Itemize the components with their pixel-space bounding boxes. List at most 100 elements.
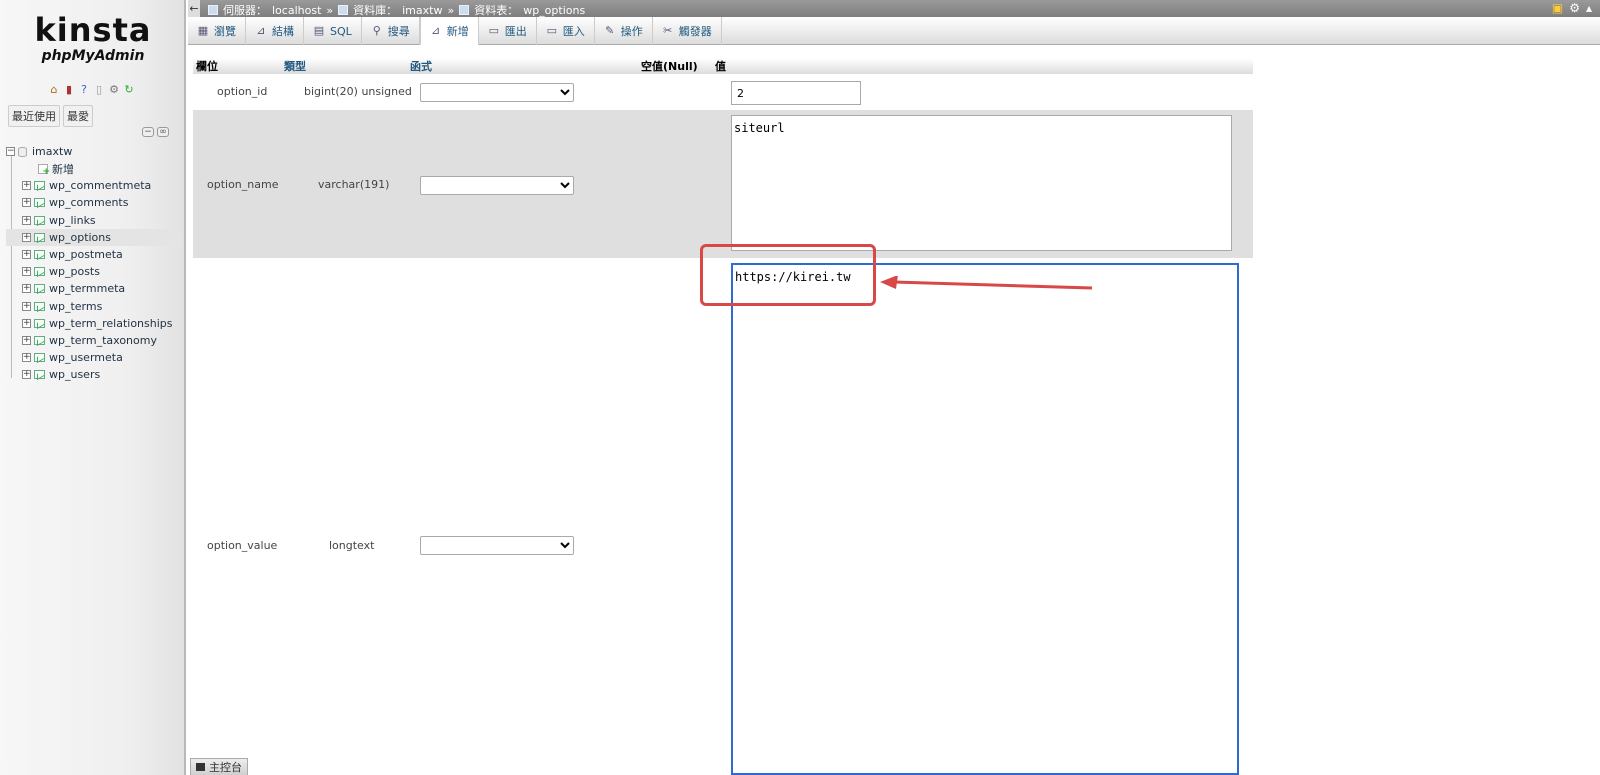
back-arrow-icon[interactable]: ← [188, 0, 200, 17]
tab-structure[interactable]: ⊿ 結構 [246, 17, 304, 45]
logo[interactable]: kinsta phpMyAdmin [10, 12, 176, 64]
table-name[interactable]: wp_comments [49, 196, 128, 209]
table-icon[interactable] [34, 318, 45, 328]
sidebar-item-wp_term_relationships[interactable]: + wp_term_relationships [6, 315, 182, 332]
tab-import[interactable]: ▭ 匯入 [537, 17, 595, 45]
console-label: 主控台 [209, 761, 242, 774]
sidebar-item-wp_links[interactable]: + wp_links [6, 212, 182, 229]
reload-icon[interactable]: ↻ [123, 84, 135, 96]
tab-export[interactable]: ▭ 匯出 [479, 17, 537, 45]
expand-icon[interactable]: + [22, 301, 31, 311]
tab-sql[interactable]: ▤ SQL [304, 17, 362, 45]
sidebar-item-wp_options[interactable]: + wp_options [6, 228, 182, 246]
menu-bar: ▦ 瀏覽 ⊿ 結構 ▤ SQL ⚲ 搜尋 ⊿ 新增 ▭ 匯出 ▭ 匯入 ✎ 操作… [188, 17, 1600, 45]
expand-icon[interactable]: + [22, 215, 31, 225]
function-select[interactable] [420, 83, 574, 102]
maximize-icon[interactable]: ▴ [1586, 1, 1592, 16]
browse-icon: ▦ [197, 24, 209, 37]
sidebar-item-wp_postmeta[interactable]: + wp_postmeta [6, 246, 182, 263]
sidebar-item-wp_terms[interactable]: + wp_terms [6, 298, 182, 315]
database-icon [18, 146, 27, 157]
header-function[interactable]: 函式 [407, 58, 638, 74]
table-icon[interactable] [34, 181, 45, 191]
expand-icon[interactable]: + [22, 370, 31, 380]
favorites-tab[interactable]: 最愛 [63, 105, 93, 127]
table-icon[interactable] [34, 250, 45, 260]
breadcrumb-server[interactable]: localhost [272, 4, 321, 17]
table-name[interactable]: wp_users [49, 368, 100, 381]
expand-icon[interactable]: + [22, 198, 31, 208]
table-icon[interactable] [34, 370, 45, 380]
expand-icon[interactable]: + [22, 181, 31, 191]
settings-icon[interactable]: ⚙ [108, 84, 120, 96]
collapse-icon[interactable]: − [6, 147, 15, 156]
tab-insert[interactable]: ⊿ 新增 [419, 17, 479, 45]
table-name[interactable]: wp_term_relationships [49, 317, 173, 330]
table-name[interactable]: wp_termmeta [49, 282, 125, 295]
table-name[interactable]: wp_posts [49, 265, 100, 278]
tab-browse[interactable]: ▦ 瀏覽 [188, 17, 246, 45]
expand-icon[interactable]: + [22, 232, 31, 242]
home-icon[interactable]: ⌂ [48, 84, 60, 96]
tab-operations[interactable]: ✎ 操作 [595, 17, 653, 45]
expand-icon[interactable]: + [22, 250, 31, 260]
option-value-textarea[interactable] [731, 263, 1239, 775]
table-name[interactable]: wp_postmeta [49, 248, 123, 261]
help-icon[interactable]: ? [78, 84, 90, 96]
tree-new-table[interactable]: 新增 [6, 160, 182, 177]
table-icon[interactable] [34, 353, 45, 363]
table-name[interactable]: wp_links [49, 214, 96, 227]
table-icon[interactable] [34, 267, 45, 277]
insert-icon: ⊿ [431, 24, 441, 37]
option-name-textarea[interactable] [731, 115, 1232, 251]
expand-icon[interactable]: + [22, 335, 31, 345]
tree-new-label[interactable]: 新增 [52, 161, 74, 177]
table-icon[interactable] [34, 232, 45, 242]
tab-triggers[interactable]: ✂ 觸發器 [653, 17, 722, 45]
sidebar-item-wp_users[interactable]: + wp_users [6, 366, 182, 383]
expand-icon[interactable]: + [22, 284, 31, 294]
breadcrumb-table[interactable]: wp_options [523, 4, 585, 17]
table-name[interactable]: wp_terms [49, 300, 102, 313]
database-name[interactable]: imaxtw [32, 145, 72, 158]
logout-icon[interactable]: ▮ [63, 84, 75, 96]
table-icon[interactable] [34, 198, 45, 208]
tab-search-label: 搜尋 [387, 25, 410, 38]
function-select[interactable] [420, 176, 574, 195]
option-id-input[interactable] [731, 81, 861, 105]
collapse-all-icon[interactable]: − [142, 127, 154, 137]
expand-icon[interactable]: + [22, 318, 31, 328]
sidebar-item-wp_commentmeta[interactable]: + wp_commentmeta [6, 177, 182, 194]
recent-tab[interactable]: 最近使用 [8, 105, 60, 127]
tree-database[interactable]: − imaxtw [6, 143, 182, 160]
sidebar-item-wp_posts[interactable]: + wp_posts [6, 263, 182, 280]
link-with-main-icon[interactable]: ∞ [157, 127, 169, 137]
console-tab[interactable]: 主控台 [190, 758, 248, 775]
breadcrumb-server-label: 伺服器： [223, 4, 267, 17]
header-type[interactable]: 類型 [281, 58, 407, 74]
sidebar-item-wp_termmeta[interactable]: + wp_termmeta [6, 280, 182, 297]
table-name[interactable]: wp_commentmeta [49, 179, 151, 192]
table-icon[interactable] [34, 284, 45, 294]
gear-icon[interactable]: ⚙ [1569, 1, 1580, 16]
sidebar-item-wp_usermeta[interactable]: + wp_usermeta [6, 349, 182, 366]
expand-icon[interactable]: + [22, 267, 31, 277]
docs-icon[interactable]: ▯ [93, 84, 105, 96]
breadcrumb-bar: ← 伺服器： localhost » 資料庫： imaxtw » 資料表： wp… [188, 0, 1600, 17]
function-select[interactable] [420, 536, 574, 555]
expand-icon[interactable]: + [22, 353, 31, 363]
table-icon[interactable] [34, 215, 45, 225]
breadcrumb-db[interactable]: imaxtw [402, 4, 442, 17]
tab-search[interactable]: ⚲ 搜尋 [362, 17, 420, 45]
structure-icon: ⊿ [256, 24, 266, 37]
sidebar-item-wp_term_taxonomy[interactable]: + wp_term_taxonomy [6, 332, 182, 349]
sidebar-item-wp_comments[interactable]: + wp_comments [6, 194, 182, 211]
table-icon[interactable] [34, 301, 45, 311]
table-icon[interactable] [34, 335, 45, 345]
table-name[interactable]: wp_term_taxonomy [49, 334, 157, 347]
triggers-icon: ✂ [663, 24, 673, 37]
nav-tabs: 最近使用 最愛 [8, 105, 93, 127]
table-name[interactable]: wp_options [49, 231, 111, 244]
table-name[interactable]: wp_usermeta [49, 351, 123, 364]
lock-icon[interactable]: ▣ [1552, 1, 1563, 16]
